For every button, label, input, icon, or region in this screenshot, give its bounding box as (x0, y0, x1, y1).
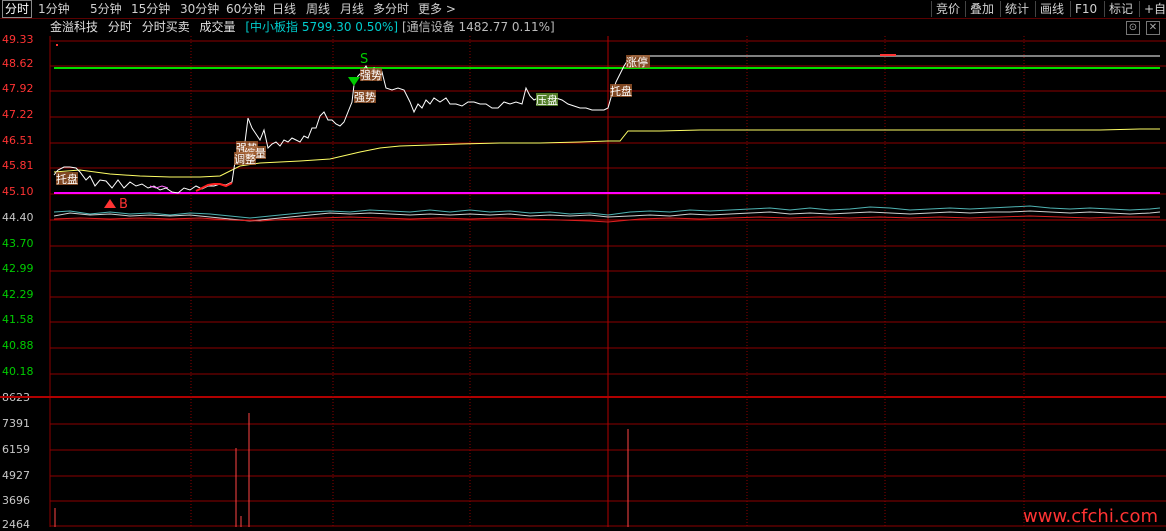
volume-bars (54, 413, 629, 527)
price-line (53, 55, 1160, 194)
sell-triangle-icon (348, 77, 360, 86)
buy-signal-label: B (119, 197, 128, 212)
tag-strong: 强势 (354, 91, 376, 104)
tag-limit-up: 涨停 (626, 55, 648, 69)
buy-triangle-icon (104, 199, 116, 208)
tag-strong: 强势 (360, 69, 382, 82)
intraday-chart[interactable]: B S 托盘 强势 缩量 调整 强势 强势 压盘 托盘 涨停 (0, 0, 1166, 527)
watermark: www.cfchi.com (1023, 506, 1158, 527)
tag-pressure: 压盘 (536, 93, 558, 107)
signal-tags: 托盘 强势 缩量 调整 强势 强势 压盘 托盘 涨停 (56, 55, 650, 186)
sell-signal-label: S (360, 52, 368, 67)
dot-marker (56, 44, 58, 46)
average-price-line (53, 128, 1160, 178)
tag-support: 托盘 (610, 84, 632, 98)
tag-adjust: 调整 (234, 152, 256, 166)
tag-support: 托盘 (56, 172, 78, 186)
